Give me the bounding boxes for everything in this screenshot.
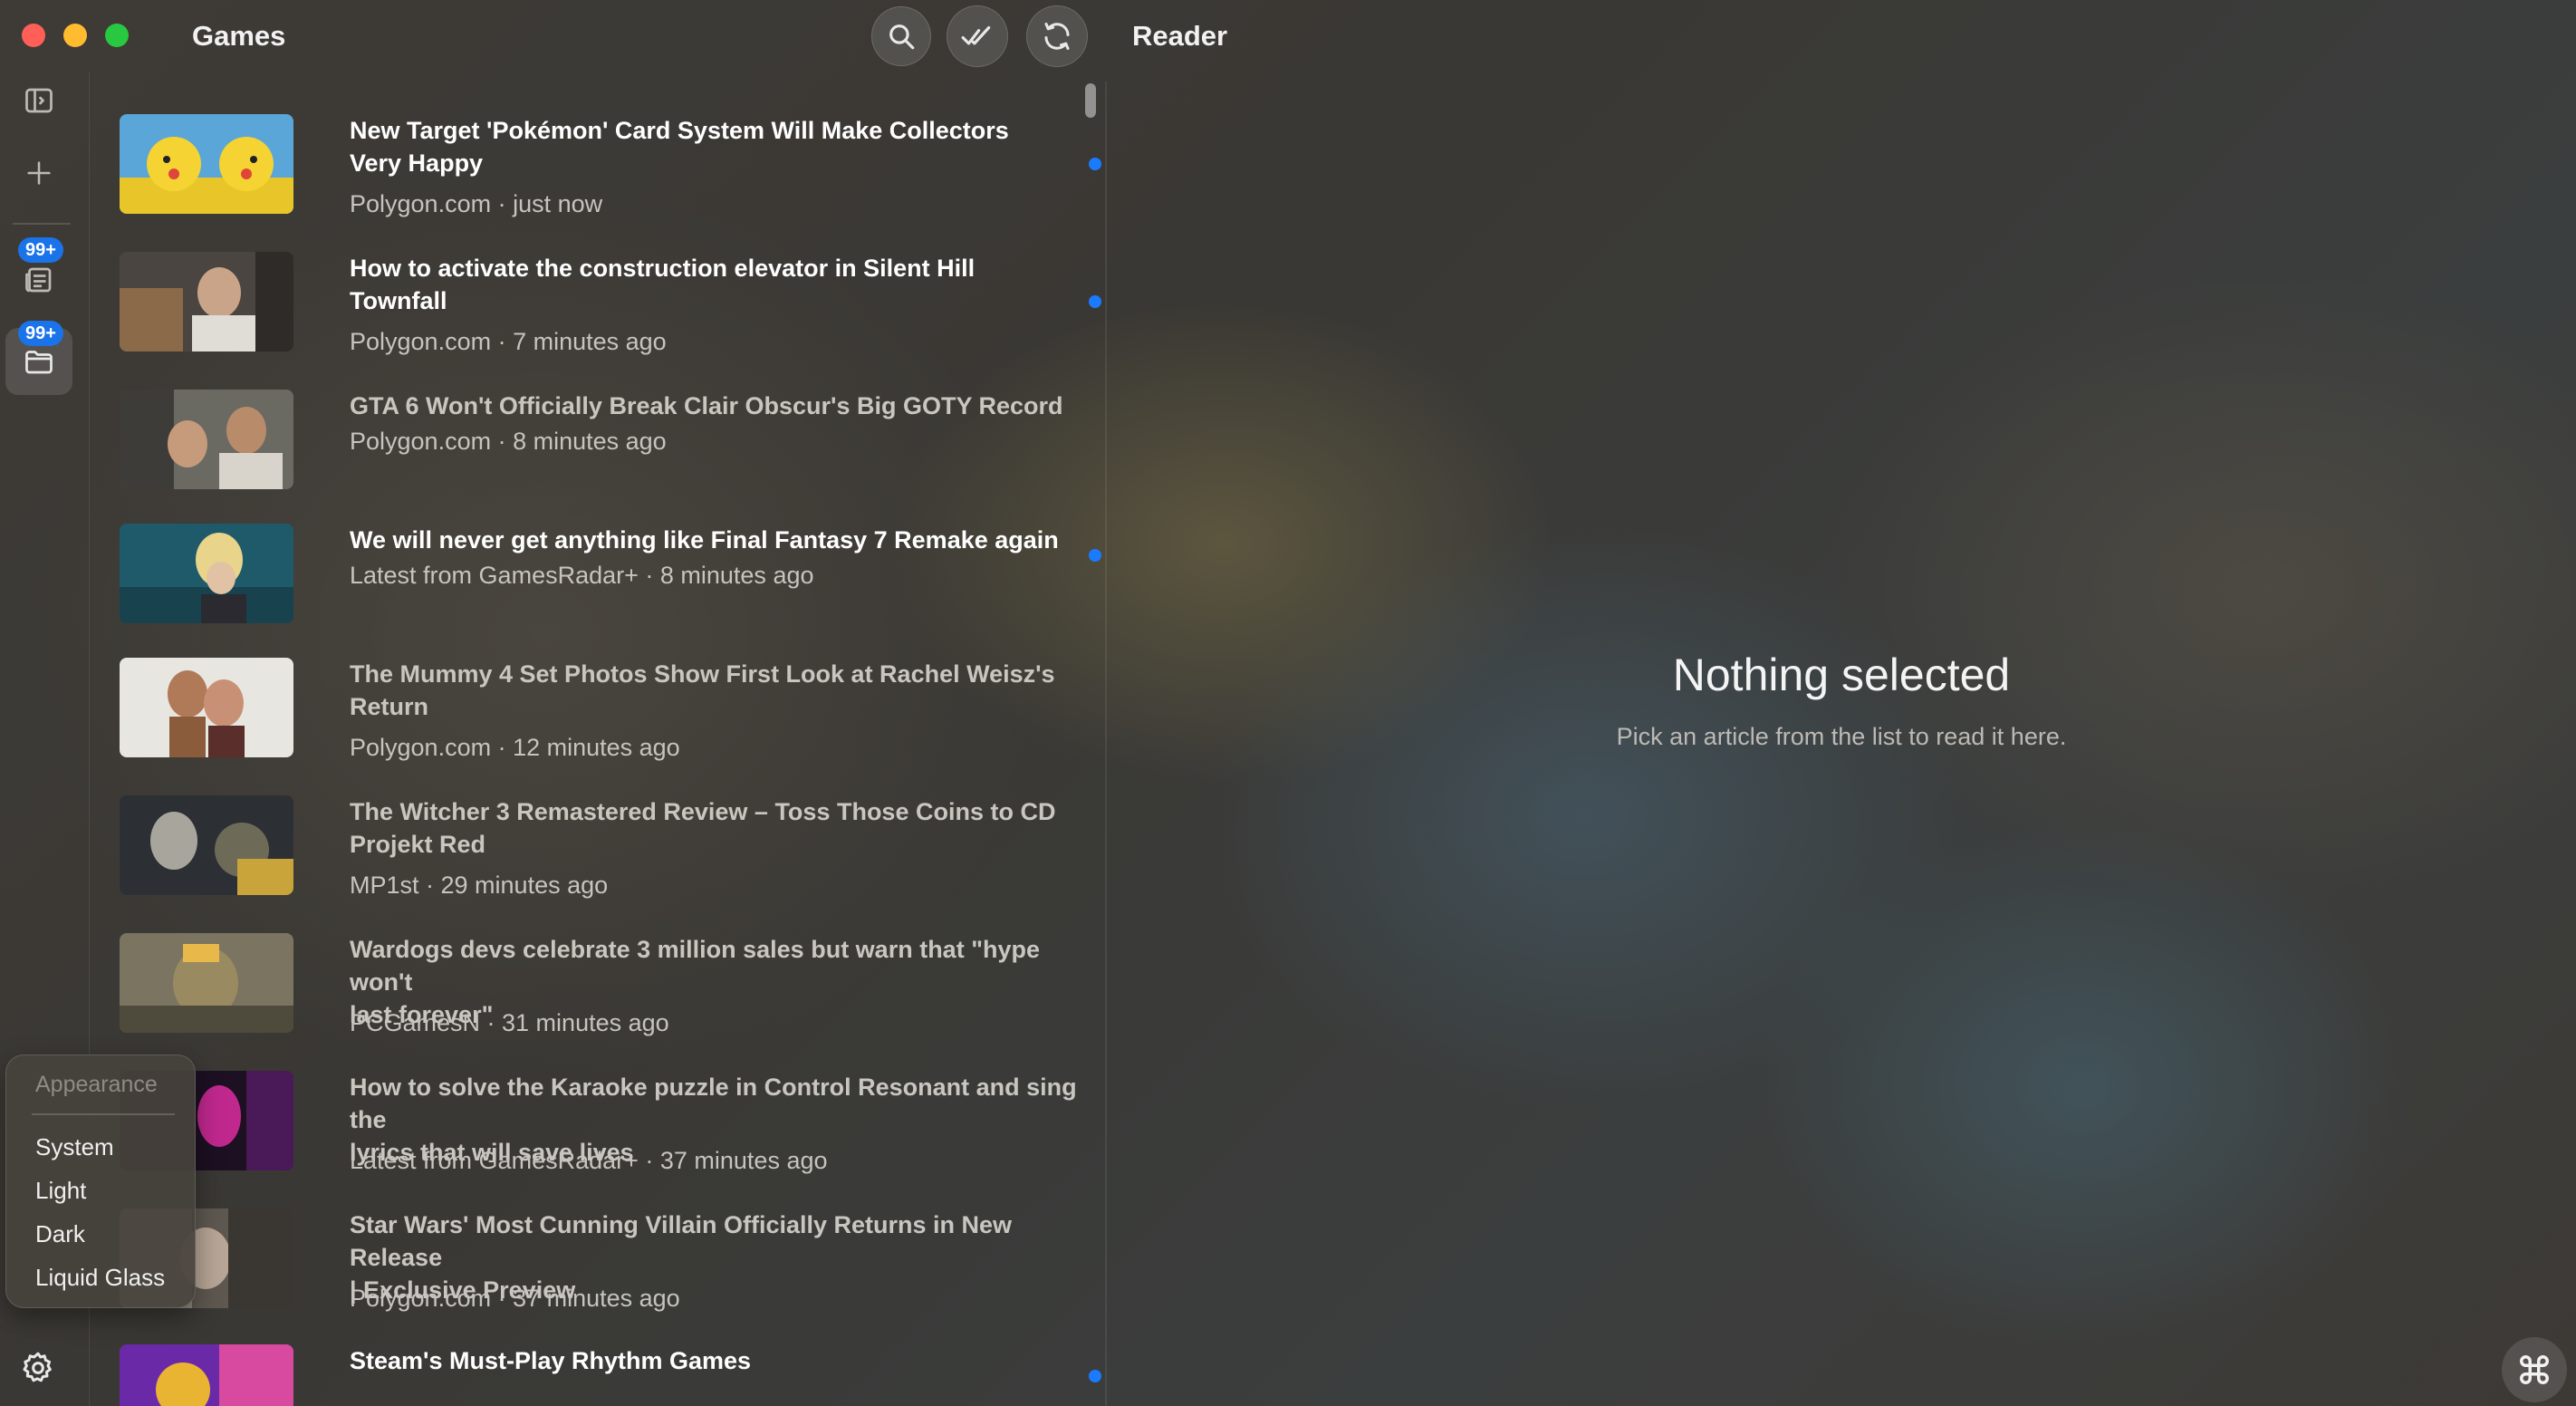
unread-dot (1089, 549, 1101, 562)
list-item[interactable]: The Mummy 4 Set Photos Show First Look a… (118, 658, 1105, 785)
article-title-line: Projekt Red (350, 831, 486, 858)
list-item[interactable]: How to activate the construction elevato… (118, 252, 1105, 379)
list-item[interactable]: We will never get anything like Final Fa… (118, 524, 1105, 650)
list-scrollbar[interactable] (1085, 83, 1096, 118)
refresh-icon (1044, 23, 1070, 50)
article-meta: Polygon.com · 7 minutes ago (350, 328, 667, 355)
search-icon (889, 24, 915, 50)
article-thumbnail (120, 795, 293, 895)
article-title-line: Star Wars' Most Cunning Villain Official… (350, 1211, 1013, 1271)
appearance-option-light[interactable]: Light (35, 1177, 86, 1205)
list-item[interactable]: GTA 6 Won't Officially Break Clair Obscu… (118, 390, 1105, 516)
close-window-button[interactable] (22, 24, 45, 47)
article-thumbnail (120, 524, 293, 623)
article-title-line: Return (350, 693, 428, 720)
newspaper-icon (25, 267, 52, 293)
article-meta: MP1st · 29 minutes ago (350, 872, 609, 899)
list-item[interactable]: Steam's Must-Play Rhythm Games (118, 1344, 1105, 1406)
list-item[interactable]: New Target 'Pokémon' Card System Will Ma… (118, 114, 1105, 241)
article-meta: PCGamesN · 31 minutes ago (350, 1009, 669, 1036)
article-title: We will never get anything like Final Fa… (350, 524, 1101, 556)
minimize-window-button[interactable] (63, 24, 87, 47)
appearance-menu-header: Appearance (35, 1072, 158, 1097)
article-thumbnail (120, 933, 293, 1033)
folder-games-badge: 99+ (18, 321, 63, 346)
sidebar-toggle-button[interactable] (5, 67, 72, 134)
article-thumbnail (120, 658, 293, 757)
list-item[interactable]: How to solve the Karaoke puzzle in Contr… (118, 1071, 1105, 1198)
article-title-line: The Witcher 3 Remastered Review – Toss T… (350, 798, 1056, 825)
article-title-line: New Target 'Pokémon' Card System Will Ma… (350, 117, 1009, 144)
command-button[interactable] (2502, 1337, 2567, 1402)
unread-dot (1089, 295, 1101, 308)
reader-empty-title: Nothing selected (1672, 650, 2011, 700)
list-item[interactable]: Star Wars' Most Cunning Villain Official… (118, 1209, 1105, 1335)
article-title-line: We will never get anything like Final Fa… (350, 526, 1059, 554)
article-meta: Latest from GamesRadar+ · 37 minutes ago (350, 1147, 828, 1174)
add-feed-button[interactable] (5, 140, 72, 207)
article-title: The Witcher 3 Remastered Review – Toss T… (350, 795, 1101, 861)
article-title: Steam's Must-Play Rhythm Games (350, 1344, 1101, 1377)
article-title: How to activate the construction elevato… (350, 252, 1101, 317)
article-title-line: GTA 6 Won't Officially Break Clair Obscu… (350, 392, 1063, 419)
gear-icon (23, 1352, 52, 1382)
appearance-option-liquid-glass[interactable]: Liquid Glass (35, 1264, 165, 1292)
list-item[interactable]: Wardogs devs celebrate 3 million sales b… (118, 933, 1105, 1060)
sidebar-toggle-icon (25, 88, 53, 113)
article-thumbnail (120, 1344, 293, 1406)
plus-icon (27, 161, 51, 185)
article-title: The Mummy 4 Set Photos Show First Look a… (350, 658, 1101, 723)
article-title: New Target 'Pokémon' Card System Will Ma… (350, 114, 1101, 179)
unread-dot (1089, 158, 1101, 170)
reader-title: Reader (1132, 20, 1228, 52)
refresh-button[interactable] (1026, 5, 1088, 67)
appearance-menu: Appearance System Light Dark Liquid Glas… (5, 1054, 196, 1308)
article-title-line: Townfall (350, 287, 447, 314)
article-title-line: Wardogs devs celebrate 3 million sales b… (350, 936, 1041, 996)
article-meta: Polygon.com · 8 minutes ago (350, 428, 667, 455)
article-thumbnail (120, 114, 293, 214)
article-thumbnail (120, 252, 293, 352)
article-title-line: How to activate the construction elevato… (350, 255, 976, 282)
reader-empty-subtitle: Pick an article from the list to read it… (1616, 723, 2067, 750)
article-title-line: Very Happy (350, 149, 484, 177)
double-check-icon (961, 25, 991, 45)
list-item[interactable]: The Witcher 3 Remastered Review – Toss T… (118, 795, 1105, 922)
article-list: New Target 'Pokémon' Card System Will Ma… (91, 82, 1107, 1406)
mark-all-read-button[interactable] (947, 5, 1008, 67)
article-meta: Polygon.com · just now (350, 190, 603, 217)
article-title: GTA 6 Won't Officially Break Clair Obscu… (350, 390, 1101, 422)
article-title-line: Steam's Must-Play Rhythm Games (350, 1347, 752, 1374)
zoom-window-button[interactable] (105, 24, 129, 47)
article-title-line: How to solve the Karaoke puzzle in Contr… (350, 1074, 1077, 1133)
article-thumbnail (120, 390, 293, 489)
article-meta: Polygon.com · 37 minutes ago (350, 1285, 680, 1312)
article-meta: Latest from GamesRadar+ · 8 minutes ago (350, 562, 814, 589)
command-icon (2520, 1355, 2549, 1384)
settings-button[interactable] (13, 1343, 63, 1393)
sidebar-divider (13, 223, 71, 225)
all-articles-badge: 99+ (18, 237, 63, 263)
article-title-line: The Mummy 4 Set Photos Show First Look a… (350, 660, 1055, 688)
article-meta: Polygon.com · 12 minutes ago (350, 734, 680, 761)
appearance-menu-divider (32, 1113, 175, 1115)
appearance-option-system[interactable]: System (35, 1133, 114, 1161)
feed-title: Games (192, 20, 286, 52)
unread-dot (1089, 1370, 1101, 1382)
search-button[interactable] (871, 6, 931, 66)
appearance-option-dark[interactable]: Dark (35, 1220, 85, 1248)
folder-icon (25, 351, 53, 374)
